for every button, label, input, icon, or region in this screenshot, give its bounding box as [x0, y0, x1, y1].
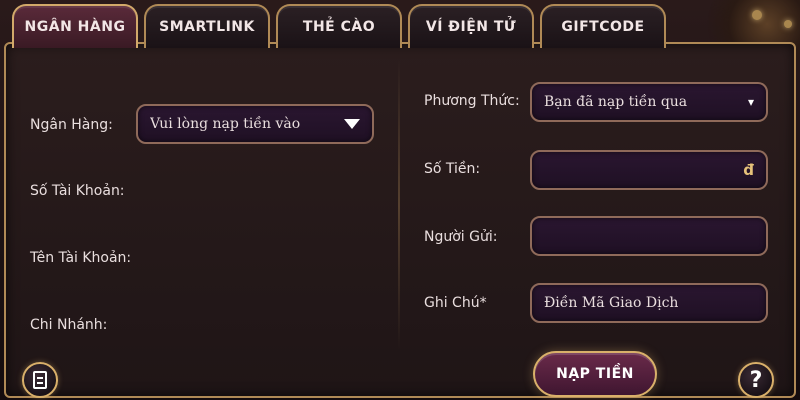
method-label: Phương Thức:: [424, 93, 520, 109]
amount-input[interactable]: đ: [530, 150, 768, 190]
method-select-value: Bạn đã nạp tiền qua: [544, 94, 688, 110]
chevron-down-icon: [344, 119, 360, 129]
chevron-down-icon: ▾: [747, 95, 754, 109]
note-label: Ghi Chú*: [424, 295, 487, 311]
account-name-label: Tên Tài Khoản:: [30, 250, 132, 266]
bank-select-value: Vui lòng nạp tiền vào: [150, 116, 301, 132]
deposit-button[interactable]: NẠP TIỀN: [533, 351, 657, 397]
decoration-dot: [752, 10, 762, 20]
branch-label: Chi Nhánh:: [30, 317, 108, 333]
tab-bank[interactable]: NGÂN HÀNG: [12, 4, 138, 48]
deposit-panel: NGÂN HÀNG SMARTLINK THẺ CÀO VÍ ĐIỆN TỬ G…: [0, 0, 800, 400]
sender-label: Người Gửi:: [424, 229, 498, 245]
sender-input[interactable]: [530, 216, 768, 256]
help-icon: ?: [749, 367, 763, 393]
currency-unit: đ: [743, 161, 754, 179]
help-button[interactable]: ?: [738, 362, 774, 398]
bank-label: Ngân Hàng:: [30, 117, 113, 133]
account-number-label: Số Tài Khoản:: [30, 183, 125, 199]
tab-card[interactable]: THẺ CÀO: [276, 4, 402, 48]
history-icon: [33, 371, 47, 389]
column-divider: [398, 60, 400, 350]
tab-smartlink[interactable]: SMARTLINK: [144, 4, 270, 48]
history-button[interactable]: [22, 362, 58, 398]
note-input-placeholder: Điền Mã Giao Dịch: [544, 295, 679, 311]
tab-e-wallet[interactable]: VÍ ĐIỆN TỬ: [408, 4, 534, 48]
method-select[interactable]: Bạn đã nạp tiền qua ▾: [530, 82, 768, 122]
note-input[interactable]: Điền Mã Giao Dịch: [530, 283, 768, 323]
amount-label: Số Tiền:: [424, 161, 481, 177]
tab-giftcode[interactable]: GIFTCODE: [540, 4, 666, 48]
tab-bar: NGÂN HÀNG SMARTLINK THẺ CÀO VÍ ĐIỆN TỬ G…: [12, 4, 666, 50]
decoration-dot: [784, 20, 792, 28]
bank-select[interactable]: Vui lòng nạp tiền vào: [136, 104, 374, 144]
